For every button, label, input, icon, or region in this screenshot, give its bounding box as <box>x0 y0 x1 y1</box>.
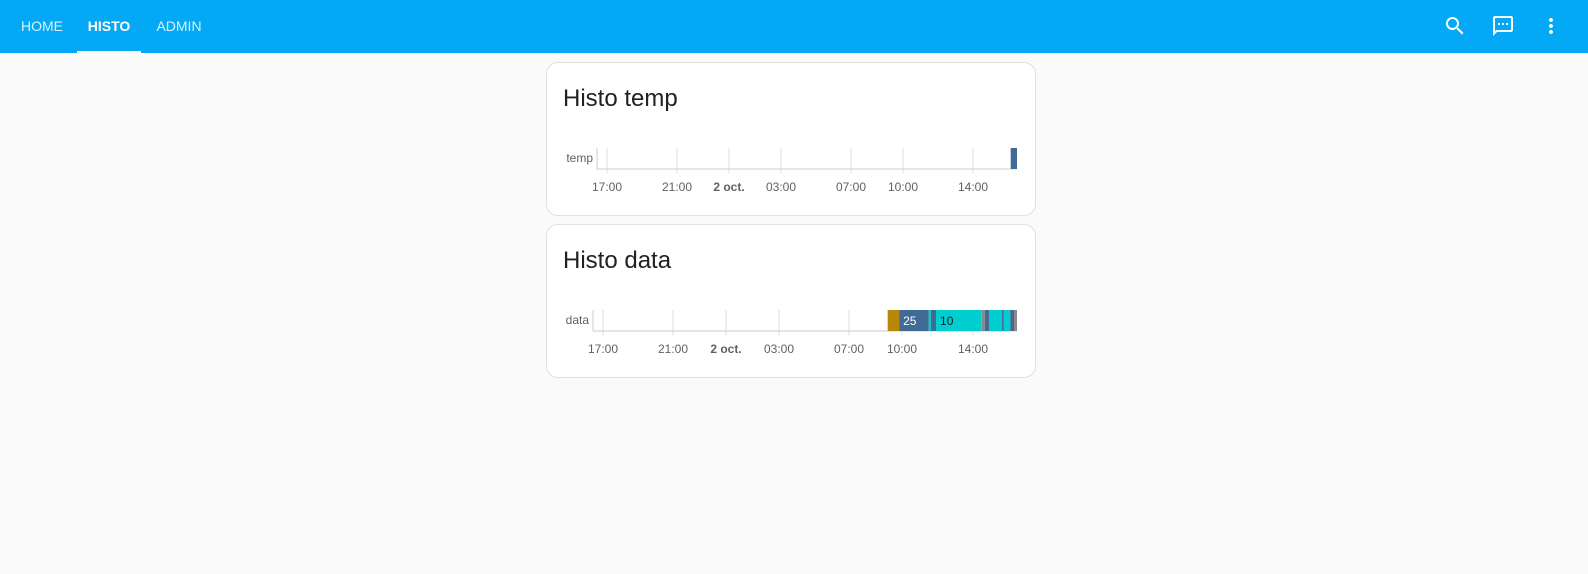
tick-label: 21:00 <box>658 342 688 356</box>
segment-label: 10 <box>940 314 954 328</box>
segment-label: 25 <box>903 314 917 328</box>
state-segment[interactable] <box>930 310 937 331</box>
state-segment[interactable] <box>928 310 931 331</box>
tick-label: 14:00 <box>958 180 988 194</box>
state-segment[interactable] <box>1010 148 1017 169</box>
state-segment[interactable] <box>887 310 900 331</box>
tick-label: 07:00 <box>836 180 866 194</box>
state-segment[interactable] <box>984 310 990 331</box>
tab-home[interactable]: HOME <box>6 0 78 53</box>
more-vertical-icon[interactable] <box>1539 14 1563 38</box>
tick-label: 2 oct. <box>710 342 741 356</box>
chat-message-icon[interactable] <box>1491 14 1515 38</box>
tick-label: 10:00 <box>888 180 918 194</box>
tick-label: 10:00 <box>887 342 917 356</box>
search-icon[interactable] <box>1443 14 1467 38</box>
tick-label: 14:00 <box>958 342 988 356</box>
row-label: temp <box>566 151 593 165</box>
tab-histo[interactable]: HISTO <box>77 0 141 53</box>
tick-label: 17:00 <box>592 180 622 194</box>
history-card-data: Histo data data 17:00 21:00 2 oct. 03:00 07:0… <box>546 224 1036 378</box>
tick-label: 17:00 <box>588 342 618 356</box>
tick-label: 2 oct. <box>713 180 744 194</box>
top-app-bar: HOME HISTO ADMIN <box>0 0 1588 53</box>
tick-label: 03:00 <box>766 180 796 194</box>
state-segment[interactable] <box>1014 310 1017 331</box>
tick-label: 03:00 <box>764 342 794 356</box>
state-segment[interactable] <box>989 310 1002 331</box>
state-segment[interactable] <box>981 310 985 331</box>
tick-label: 07:00 <box>834 342 864 356</box>
tab-admin[interactable]: ADMIN <box>143 0 215 53</box>
timeline-chart: temp 17:00 21:00 2 oct. 03:00 07:00 10:00 14:00 <box>566 148 1017 194</box>
state-segment[interactable] <box>1010 310 1015 331</box>
state-segment[interactable] <box>1003 310 1011 331</box>
tick-label: 21:00 <box>662 180 692 194</box>
state-segment[interactable] <box>1001 310 1004 331</box>
history-card-temp: Histo temp temp 17:00 21:00 2 oct. 03:00 07:0… <box>546 62 1036 216</box>
row-label: data <box>566 313 590 327</box>
timeline-chart: data 17:00 21:00 2 oct. 03:00 07:00 10:00 14:00… <box>566 310 1017 356</box>
